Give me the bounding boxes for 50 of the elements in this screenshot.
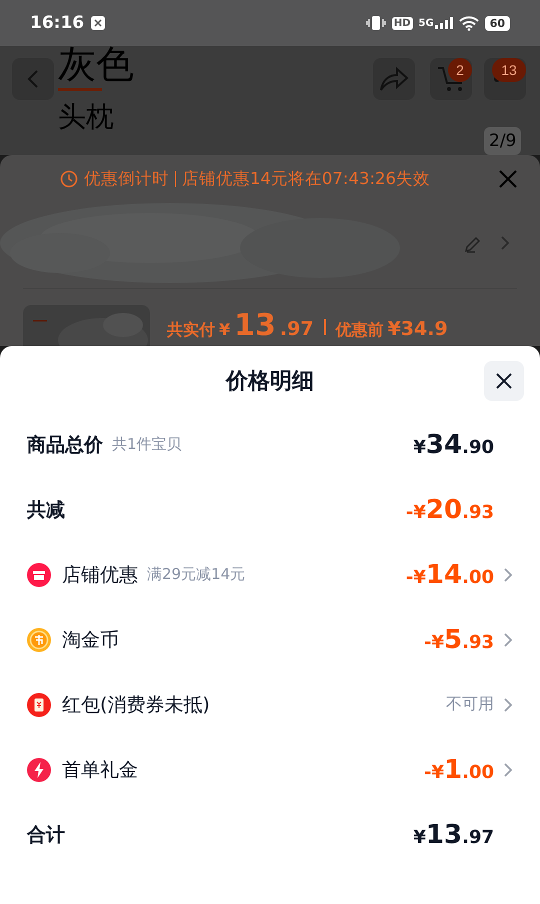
back-button[interactable] <box>12 58 54 100</box>
row-label: 淘金币 <box>62 628 119 652</box>
price-amount: -¥14.00 <box>406 560 494 590</box>
row-label: 店铺优惠 <box>62 562 138 588</box>
countdown-label: 优惠倒计时 <box>84 168 169 190</box>
image-counter: 2/9 <box>484 127 522 155</box>
edit-icon[interactable] <box>463 234 483 254</box>
row-label: 合计 <box>27 822 65 848</box>
back-icon <box>26 69 40 89</box>
countdown-text: 店铺优惠14元将在07:43:26失效 <box>182 168 430 190</box>
signal-icon <box>434 17 453 29</box>
row-label: 共减 <box>27 498 65 522</box>
price-amount: -¥5.93 <box>424 624 494 654</box>
hd-indicator: HD <box>392 16 413 30</box>
close-button[interactable] <box>484 361 524 401</box>
status-text: 不可用 <box>446 694 494 715</box>
more-button[interactable]: 13 <box>484 58 526 100</box>
price-amount: ¥13.97 <box>413 820 494 850</box>
chevron-right-icon <box>503 762 513 778</box>
vibrate-icon <box>366 15 386 31</box>
battery-indicator: 60 <box>484 16 510 30</box>
status-time: 16:16 <box>30 13 84 33</box>
cart-button[interactable]: 2 <box>430 58 472 100</box>
shop-icon <box>27 562 51 586</box>
share-button[interactable] <box>373 58 415 100</box>
clock-icon <box>60 170 78 188</box>
row-note: 满29元减14元 <box>147 565 246 584</box>
envelope-icon <box>27 692 51 716</box>
message-count-badge: 13 <box>492 58 526 82</box>
price-amount: ¥34.90 <box>413 430 494 460</box>
row-note: 共1件宝贝 <box>112 435 182 454</box>
price-amount: -¥20.93 <box>406 494 494 524</box>
chevron-right-icon <box>503 632 513 648</box>
row-label: 红包(消费券未抵) <box>62 692 210 718</box>
row-label: 商品总价 <box>27 432 103 458</box>
chevron-right-icon <box>503 566 513 582</box>
row-label: 首单礼金 <box>62 758 138 782</box>
network-type: 5G <box>418 18 434 29</box>
cart-count-badge: 2 <box>448 58 472 82</box>
close-icon <box>495 372 513 390</box>
share-icon <box>379 66 409 92</box>
chevron-right-icon <box>503 696 513 712</box>
chevron-right-icon <box>500 235 510 251</box>
coin-icon <box>27 628 51 652</box>
lightning-icon <box>27 758 51 782</box>
screenshot-icon <box>90 15 106 31</box>
price-amount: -¥1.00 <box>424 754 494 784</box>
wifi-icon <box>458 16 479 30</box>
sheet-title: 价格明细 <box>226 368 314 396</box>
payment-summary: 共实付 ¥13.97 优惠前 ¥34.9 <box>167 308 448 342</box>
